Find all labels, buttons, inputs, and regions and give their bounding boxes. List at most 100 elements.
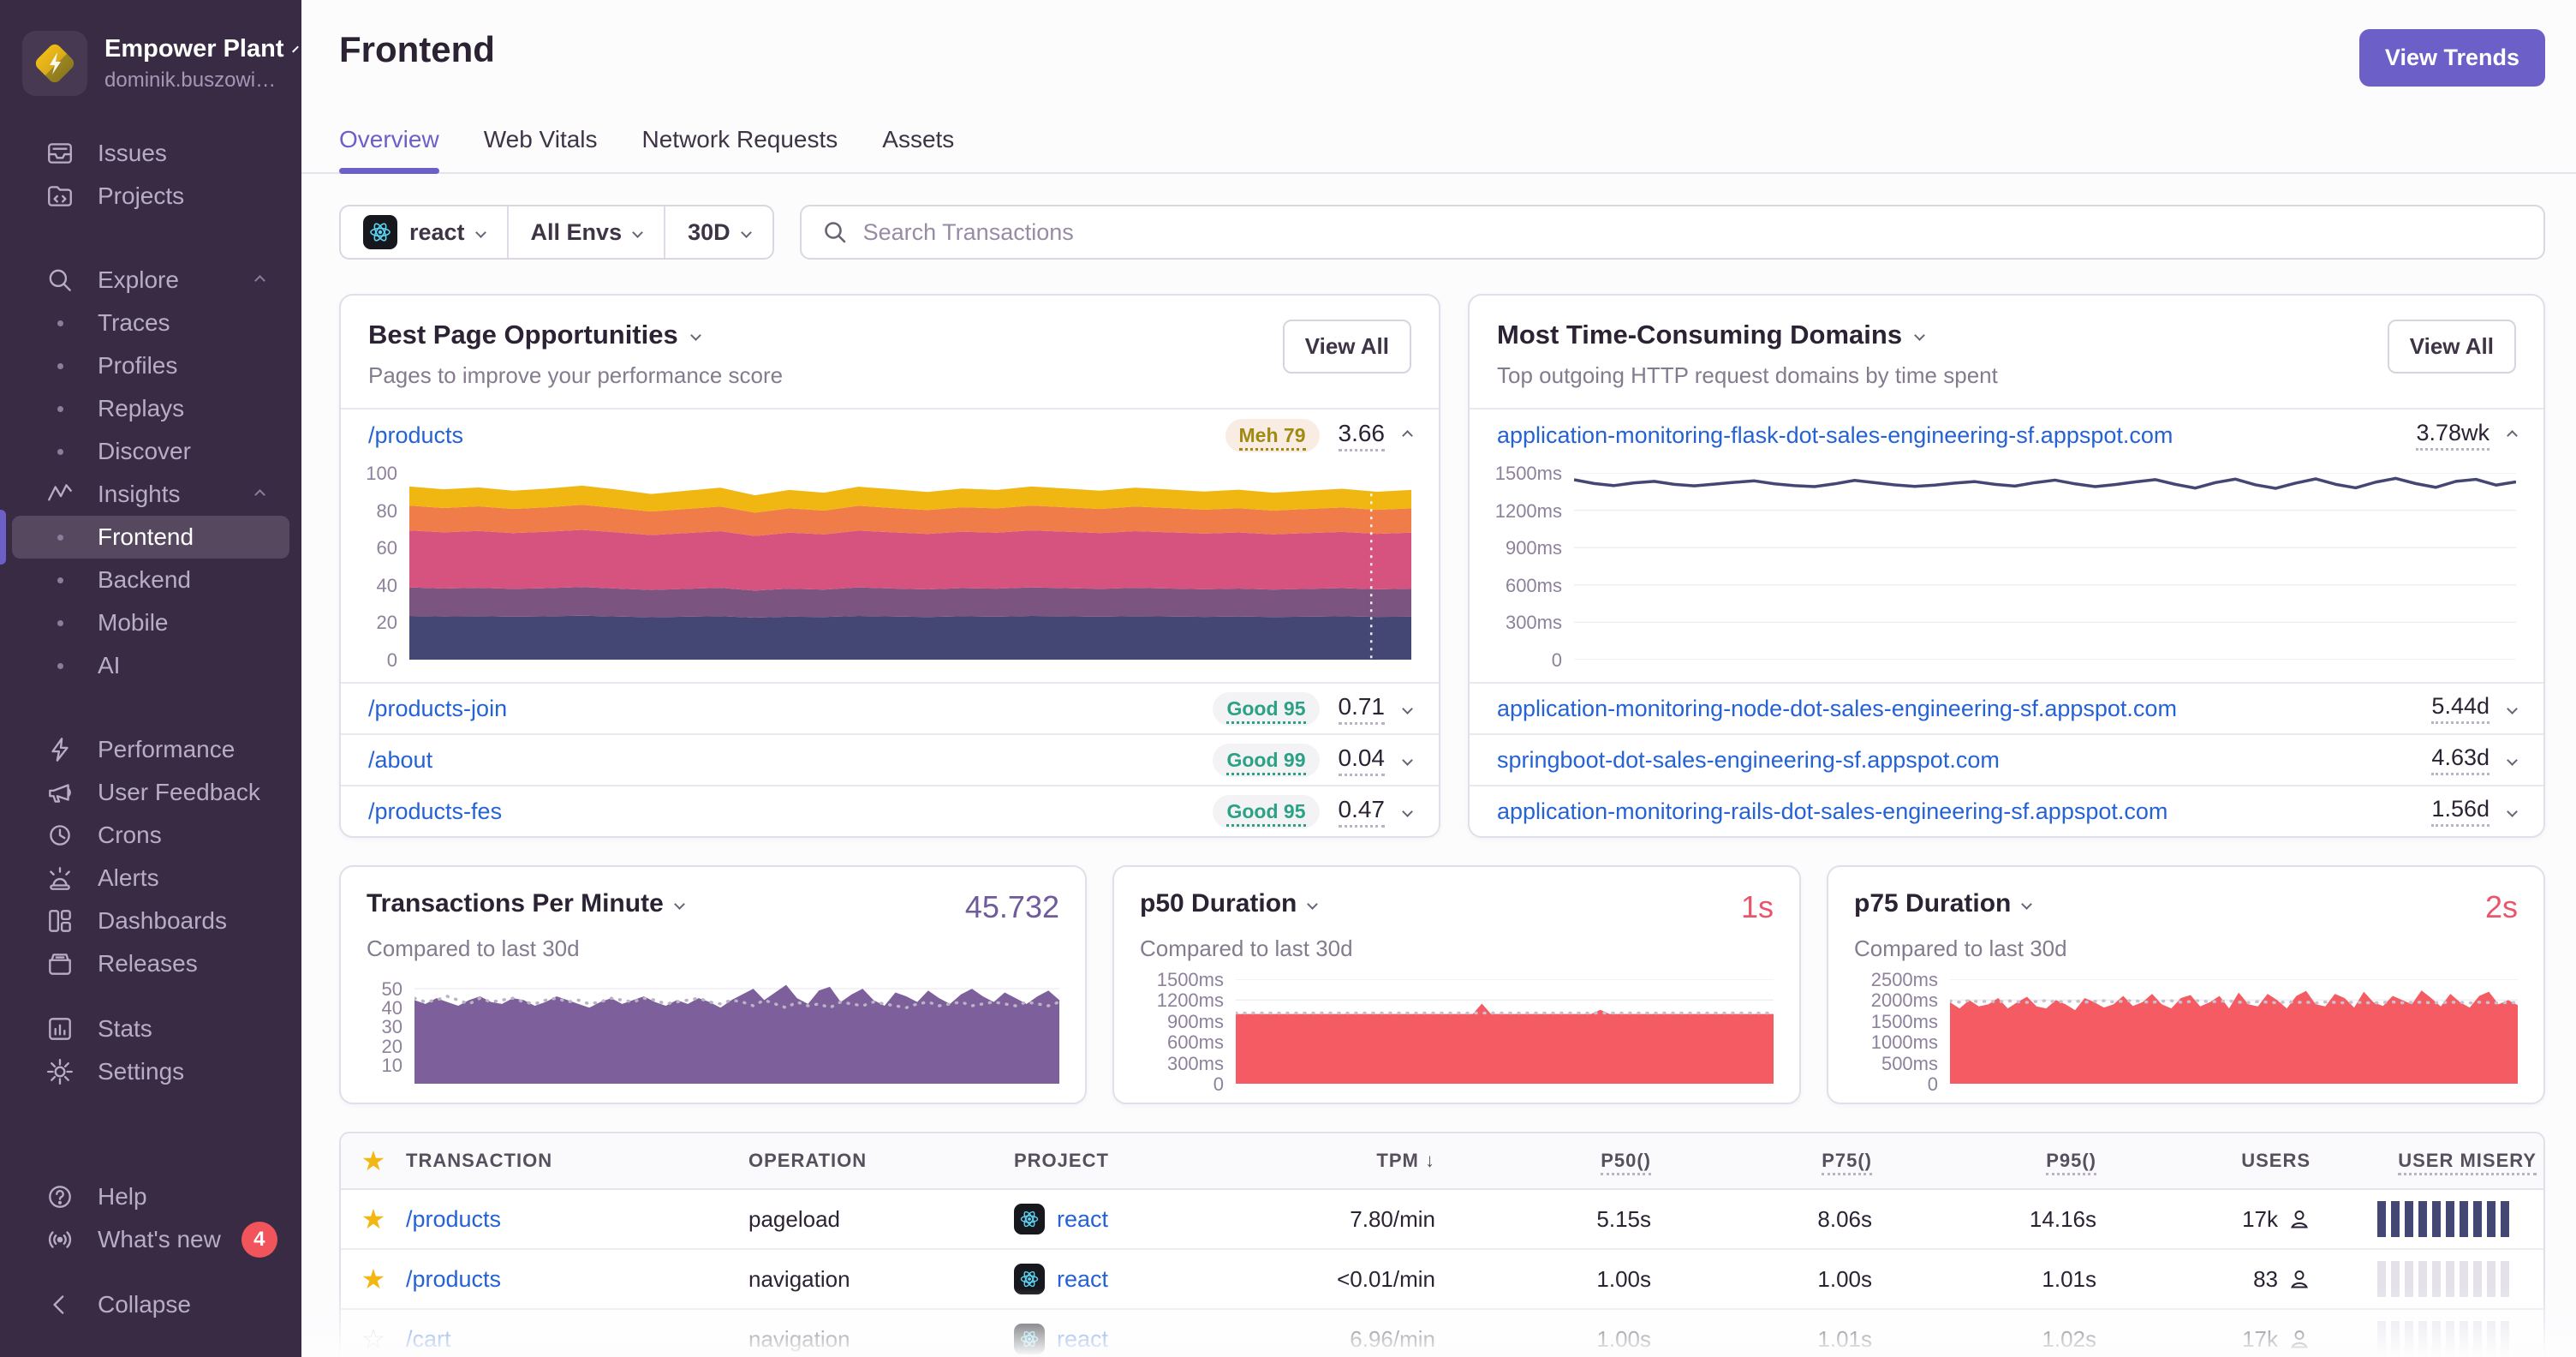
domain-link[interactable]: springboot-dot-sales-engineering-sf.apps…	[1497, 747, 2000, 774]
best-page-opportunities-title[interactable]: Best Page Opportunities	[368, 320, 783, 350]
sidebar-item-traces[interactable]: Traces	[12, 302, 289, 344]
opportunity-row: /products-join Good 95 0.71	[341, 682, 1439, 733]
org-name[interactable]: Empower Plant	[104, 35, 299, 63]
sidebar-item-performance[interactable]: Performance	[12, 728, 289, 771]
bullet-icon	[43, 320, 77, 326]
column-header-p75-[interactable]: P75()	[1822, 1150, 1879, 1175]
sidebar-item-what-s-new[interactable]: What's new 4	[12, 1218, 289, 1261]
favorite-star-icon[interactable]: ★	[361, 1203, 386, 1235]
domain-link[interactable]: application-monitoring-rails-dot-sales-e…	[1497, 798, 2168, 825]
user-icon	[2291, 1330, 2308, 1348]
view-trends-button[interactable]: View Trends	[2358, 29, 2545, 87]
transaction-link[interactable]: /products	[406, 1266, 501, 1292]
chevron-down-icon[interactable]	[2507, 754, 2518, 766]
best-page-opportunities-subtitle: Pages to improve your performance score	[368, 362, 784, 388]
column-header-operation[interactable]: OPERATION	[748, 1150, 1014, 1172]
sidebar-item-alerts[interactable]: Alerts	[12, 857, 289, 900]
project-link[interactable]: react	[1057, 1266, 1108, 1293]
favorite-star-icon[interactable]: ☆	[361, 1323, 386, 1355]
project-link[interactable]: react	[1057, 1326, 1108, 1353]
transaction-link[interactable]: /products	[406, 1206, 501, 1232]
sidebar-item-help[interactable]: Help	[12, 1175, 289, 1218]
tab-web-vitals[interactable]: Web Vitals	[484, 126, 598, 172]
sidebar-item-insights[interactable]: Insights	[12, 473, 289, 516]
org-switcher[interactable]: Empower Plant dominik.buszowiec…	[0, 24, 301, 103]
sidebar-item-settings[interactable]: Settings	[12, 1050, 289, 1093]
column-header-transaction[interactable]: TRANSACTION	[406, 1150, 748, 1172]
sidebar-item-user-feedback[interactable]: User Feedback	[12, 771, 289, 814]
domain-link[interactable]: application-monitoring-node-dot-sales-en…	[1497, 696, 2177, 722]
projects-icon	[43, 182, 77, 211]
transaction-link[interactable]: /products	[368, 422, 463, 449]
sidebar-footer: Help What's new 4 Collapse	[0, 1175, 301, 1326]
domain-row-metrics: 1.56d	[2431, 796, 2518, 827]
tab-overview[interactable]: Overview	[339, 126, 439, 174]
sidebar-item-projects[interactable]: Projects	[12, 175, 289, 218]
transaction-link[interactable]: /products-fes	[368, 798, 502, 825]
chevron-down-icon[interactable]	[1402, 754, 1413, 766]
sidebar-item-profiles[interactable]: Profiles	[12, 344, 289, 387]
sidebar-item-backend[interactable]: Backend	[12, 559, 289, 601]
search-icon	[824, 222, 845, 243]
chevron-up-icon[interactable]	[1402, 429, 1413, 441]
sidebar-item-replays[interactable]: Replays	[12, 387, 289, 430]
transaction-link[interactable]: /cart	[406, 1326, 451, 1352]
column-header-tpm[interactable]: TPM ↓	[1376, 1150, 1442, 1172]
search-transactions[interactable]	[799, 205, 2545, 260]
tpm-title[interactable]: Transactions Per Minute	[367, 889, 685, 918]
sidebar-item-discover[interactable]: Discover	[12, 430, 289, 473]
sidebar-item-explore[interactable]: Explore	[12, 259, 289, 302]
sidebar-item-label: Releases	[98, 950, 198, 977]
chevron-up-icon[interactable]	[2507, 429, 2518, 441]
sidebar-item-mobile[interactable]: Mobile	[12, 601, 289, 644]
time-consuming-domains-title[interactable]: Most Time-Consuming Domains	[1497, 320, 1998, 350]
dashboard-icon	[43, 906, 77, 936]
search-icon	[49, 269, 71, 291]
project-cell: react	[1014, 1324, 1271, 1354]
column-header-p95-[interactable]: P95()	[2046, 1150, 2103, 1175]
column-header-users[interactable]: USERS	[2241, 1150, 2317, 1172]
sidebar-item-stats[interactable]: Stats	[12, 1007, 289, 1050]
sidebar-item-releases[interactable]: Releases	[12, 942, 289, 985]
sidebar-item-crons[interactable]: Crons	[12, 814, 289, 857]
column-header-project[interactable]: PROJECT	[1014, 1150, 1271, 1172]
domain-time-value: 3.78wk	[2416, 420, 2490, 451]
environment-filter[interactable]: All Envs	[506, 206, 665, 258]
web-vitals-plot	[409, 473, 1411, 660]
sidebar-item-issues[interactable]: Issues	[12, 132, 289, 175]
tab-network-requests[interactable]: Network Requests	[642, 126, 838, 172]
sidebar-item-label: Alerts	[98, 864, 159, 891]
box-icon	[49, 953, 71, 975]
domain-duration-plot	[1574, 473, 2516, 660]
chevron-down-icon[interactable]	[2507, 702, 2518, 714]
domains-view-all-button[interactable]: View All	[2387, 320, 2516, 374]
favorite-star-icon[interactable]: ★	[361, 1263, 386, 1295]
transaction-link[interactable]: /about	[368, 747, 432, 774]
metric-card-subtitle: Compared to last 30d	[1140, 936, 1353, 961]
chevron-down-icon[interactable]	[2507, 805, 2518, 817]
chevron-down-icon[interactable]	[1402, 702, 1413, 714]
p75-title[interactable]: p75 Duration	[1854, 889, 2033, 918]
tab-bar: Overview Web Vitals Network Requests Assets	[301, 87, 2576, 174]
column-header-user-misery[interactable]: USER MISERY	[2398, 1150, 2543, 1175]
p50-title[interactable]: p50 Duration	[1140, 889, 1319, 918]
tab-assets[interactable]: Assets	[882, 126, 954, 172]
sidebar-collapse-button[interactable]: Collapse	[12, 1283, 289, 1326]
transaction-link[interactable]: /products-join	[368, 696, 507, 722]
date-range-filter[interactable]: 30D	[664, 206, 772, 258]
column-header-p50-[interactable]: P50()	[1601, 1150, 1658, 1175]
domain-link[interactable]: application-monitoring-flask-dot-sales-e…	[1497, 422, 2173, 449]
project-filter[interactable]: react	[341, 206, 507, 258]
search-input[interactable]	[862, 218, 2523, 246]
sidebar-item-frontend[interactable]: Frontend	[0, 510, 289, 565]
p75-cell: 8.06s	[1817, 1205, 1872, 1232]
sidebar-item-ai[interactable]: AI	[12, 644, 289, 687]
project-link[interactable]: react	[1057, 1206, 1108, 1233]
bullet-icon	[43, 363, 77, 369]
opportunities-view-all-button[interactable]: View All	[1282, 320, 1411, 374]
sidebar-item-dashboards[interactable]: Dashboards	[12, 900, 289, 942]
domain-time-value: 5.44d	[2431, 693, 2490, 724]
chevron-down-icon[interactable]	[1402, 805, 1413, 817]
